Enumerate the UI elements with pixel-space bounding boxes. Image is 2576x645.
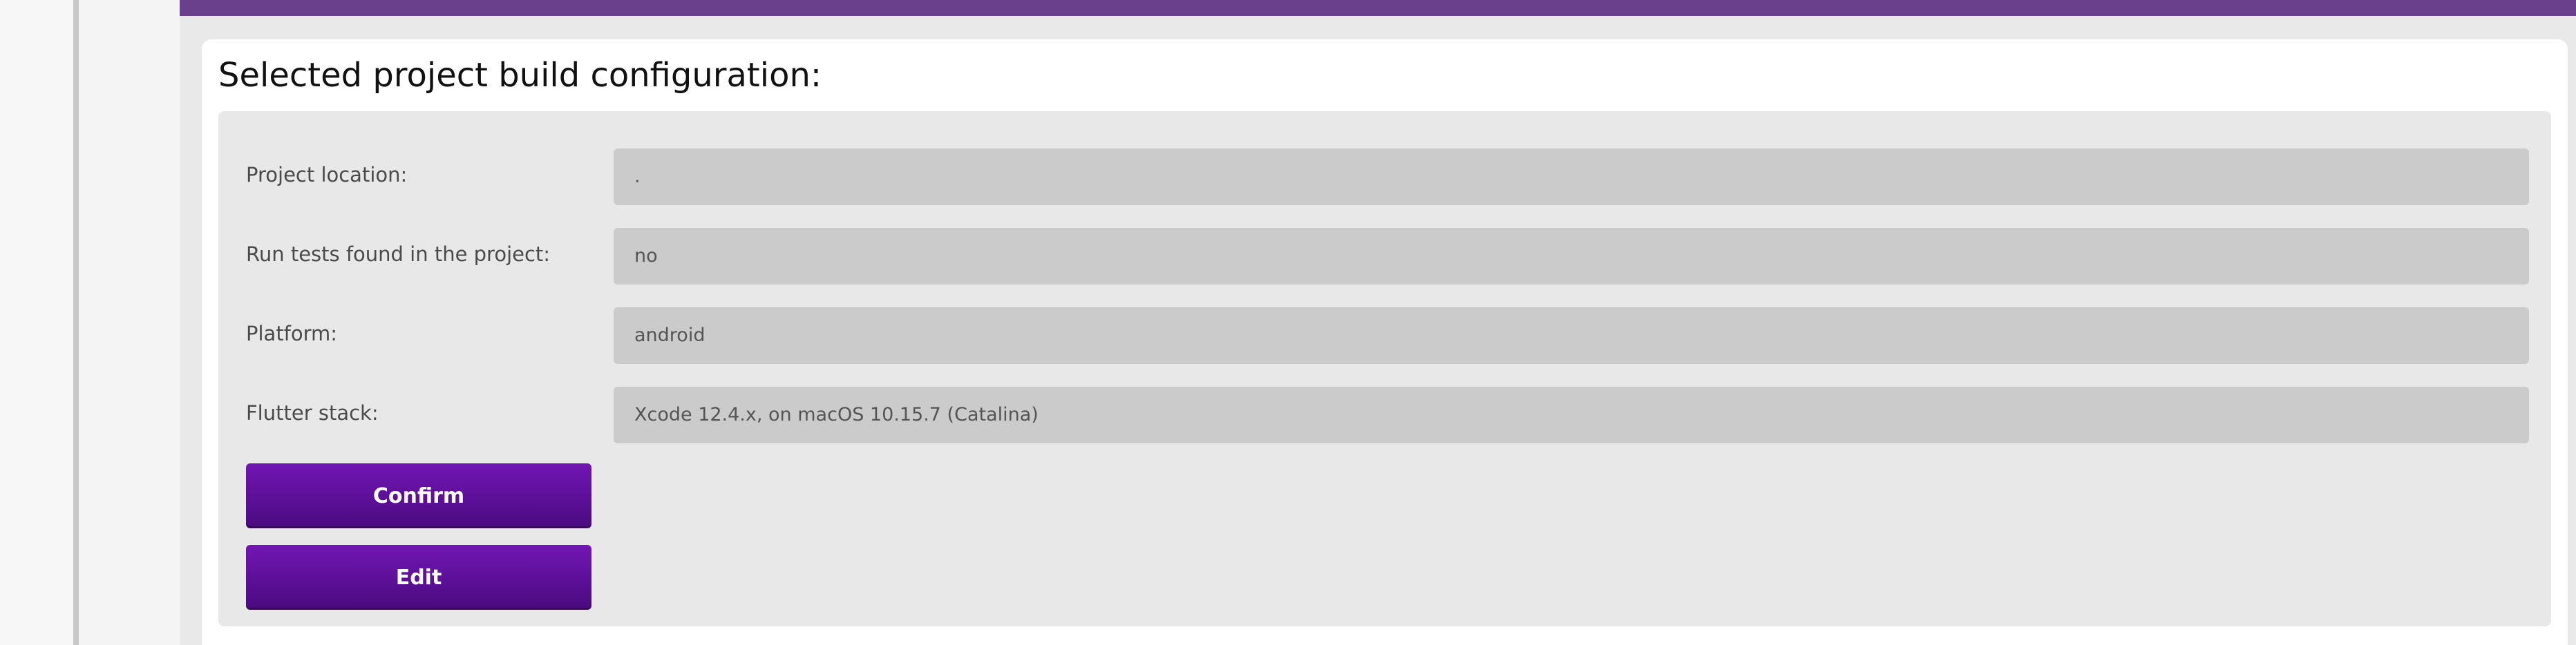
- build-config-card: Selected project build configuration: Pr…: [202, 39, 2568, 645]
- top-bar: [180, 0, 2576, 16]
- run-tests-value: no: [614, 228, 2529, 285]
- project-location-value: .: [614, 148, 2529, 205]
- project-location-label: Project location:: [246, 163, 408, 186]
- nav-column: [79, 0, 180, 645]
- card-title: Selected project build configuration:: [218, 56, 822, 95]
- run-tests-label: Run tests found in the project:: [246, 242, 551, 266]
- config-panel: Project location: . Run tests found in t…: [218, 111, 2551, 626]
- platform-label: Platform:: [246, 322, 338, 345]
- left-rail: [0, 0, 73, 645]
- flutter-stack-label: Flutter stack:: [246, 401, 379, 425]
- left-rail-divider: [73, 0, 79, 645]
- confirm-button[interactable]: Confirm: [246, 463, 591, 528]
- edit-button[interactable]: Edit: [246, 545, 591, 610]
- flutter-stack-value: Xcode 12.4.x, on macOS 10.15.7 (Catalina…: [614, 387, 2529, 443]
- main-area: Selected project build configuration: Pr…: [180, 0, 2576, 645]
- platform-value: android: [614, 307, 2529, 364]
